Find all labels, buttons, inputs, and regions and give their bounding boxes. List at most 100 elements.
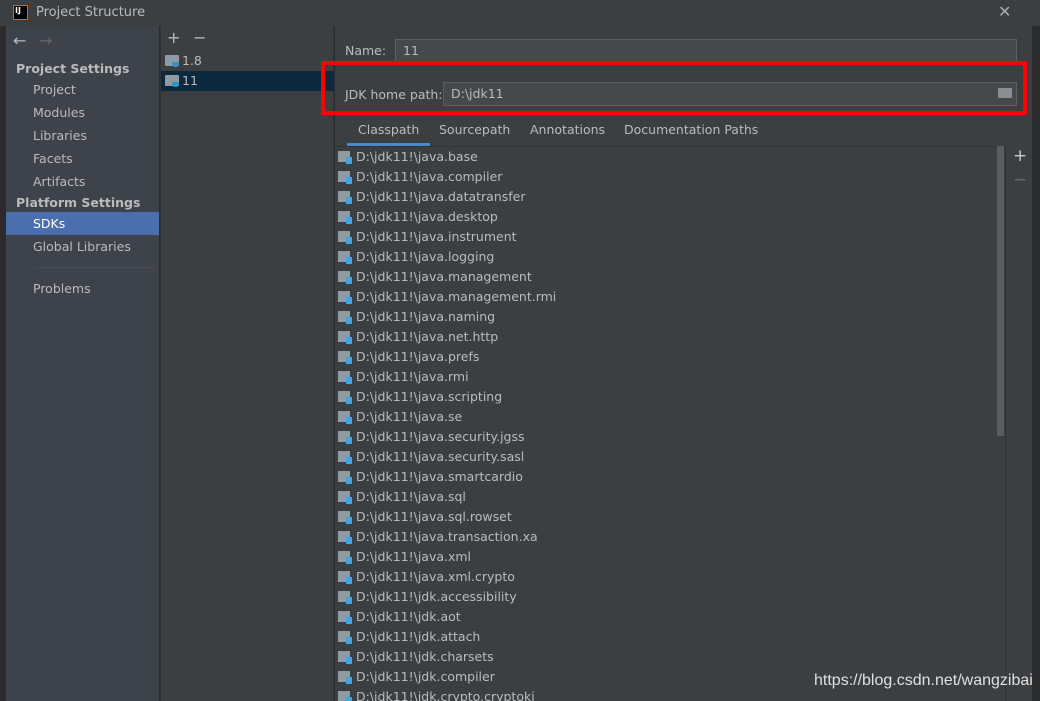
- module-folder-icon: [338, 191, 352, 204]
- classpath-row[interactable]: D:\jdk11!\jdk.accessibility: [335, 587, 997, 607]
- classpath-row[interactable]: D:\jdk11!\java.management: [335, 267, 997, 287]
- classpath-row[interactable]: D:\jdk11!\java.compiler: [335, 167, 997, 187]
- sidebar-item-sdks[interactable]: SDKs: [6, 212, 159, 235]
- tab-annotations[interactable]: Annotations: [530, 122, 605, 146]
- remove-sdk-button[interactable]: −: [193, 28, 206, 47]
- tab-classpath[interactable]: Classpath: [347, 122, 431, 146]
- sidebar-item-modules[interactable]: Modules: [6, 101, 159, 124]
- classpath-row[interactable]: D:\jdk11!\java.net.http: [335, 327, 997, 347]
- window-title: Project Structure: [36, 5, 146, 20]
- close-icon[interactable]: ✕: [998, 2, 1011, 21]
- classpath-row[interactable]: D:\jdk11!\java.naming: [335, 307, 997, 327]
- java-cup-icon: [172, 62, 179, 67]
- classpath-row[interactable]: D:\jdk11!\java.security.jgss: [335, 427, 997, 447]
- sidebar: ← → Project Settings Project Modules Lib…: [6, 26, 159, 701]
- sidebar-item-problems[interactable]: Problems: [6, 277, 159, 300]
- watermark: https://blog.csdn.net/wangzibai: [814, 672, 1033, 689]
- sdk-item-1-8[interactable]: 1.8: [161, 51, 334, 71]
- module-folder-icon: [338, 251, 352, 264]
- module-folder-icon: [338, 431, 352, 444]
- classpath-row[interactable]: D:\jdk11!\java.rmi: [335, 367, 997, 387]
- module-folder-icon: [338, 571, 352, 584]
- classpath-row[interactable]: D:\jdk11!\java.security.sasl: [335, 447, 997, 467]
- module-folder-icon: [338, 171, 352, 184]
- module-folder-icon: [338, 471, 352, 484]
- sidebar-item-artifacts[interactable]: Artifacts: [6, 170, 159, 193]
- module-folder-icon: [338, 551, 352, 564]
- window-edge: [1032, 26, 1040, 701]
- classpath-row[interactable]: D:\jdk11!\jdk.aot: [335, 607, 997, 627]
- classpath-row[interactable]: D:\jdk11!\jdk.attach: [335, 627, 997, 647]
- classpath-row[interactable]: D:\jdk11!\java.transaction.xa: [335, 527, 997, 547]
- sdk-label: 1.8: [182, 53, 202, 68]
- classpath-entry: D:\jdk11!\java.se: [356, 409, 463, 424]
- back-arrow-icon[interactable]: ←: [13, 31, 26, 50]
- sidebar-item-libraries[interactable]: Libraries: [6, 124, 159, 147]
- classpath-row[interactable]: D:\jdk11!\java.desktop: [335, 207, 997, 227]
- module-folder-icon: [338, 291, 352, 304]
- module-folder-icon: [338, 411, 352, 424]
- classpath-entry: D:\jdk11!\java.xml.crypto: [356, 569, 515, 584]
- classpath-row[interactable]: D:\jdk11!\java.management.rmi: [335, 287, 997, 307]
- add-path-button[interactable]: +: [1013, 146, 1027, 166]
- module-folder-icon: [338, 331, 352, 344]
- module-folder-icon: [338, 651, 352, 664]
- classpath-entry: D:\jdk11!\java.logging: [356, 249, 495, 264]
- classpath-entry: D:\jdk11!\java.naming: [356, 309, 496, 324]
- sidebar-item-facets[interactable]: Facets: [6, 147, 159, 170]
- module-folder-icon: [338, 511, 352, 524]
- remove-path-button[interactable]: −: [1013, 170, 1027, 190]
- classpath-entry: D:\jdk11!\java.compiler: [356, 169, 503, 184]
- section-project-settings: Project Settings: [16, 61, 130, 76]
- add-sdk-button[interactable]: +: [167, 28, 180, 47]
- classpath-row[interactable]: D:\jdk11!\java.se: [335, 407, 997, 427]
- classpath-row[interactable]: D:\jdk11!\java.sql: [335, 487, 997, 507]
- classpath-row[interactable]: D:\jdk11!\java.logging: [335, 247, 997, 267]
- module-folder-icon: [338, 351, 352, 364]
- sidebar-item-global-libraries[interactable]: Global Libraries: [6, 235, 159, 258]
- tab-documentation-paths[interactable]: Documentation Paths: [624, 122, 758, 146]
- classpath-entry: D:\jdk11!\jdk.crypto.cryptoki: [356, 689, 535, 701]
- module-folder-icon: [338, 611, 352, 624]
- sdk-item-11[interactable]: 11: [161, 71, 334, 91]
- classpath-entry: D:\jdk11!\java.sql.rowset: [356, 509, 512, 524]
- name-input[interactable]: 11: [395, 39, 1017, 63]
- classpath-entry: D:\jdk11!\java.desktop: [356, 209, 498, 224]
- classpath-entry: D:\jdk11!\java.management.rmi: [356, 289, 557, 304]
- forward-arrow-icon[interactable]: →: [39, 31, 52, 50]
- module-folder-icon: [338, 531, 352, 544]
- classpath-entry: D:\jdk11!\java.xml: [356, 549, 472, 564]
- module-folder-icon: [338, 311, 352, 324]
- classpath-row[interactable]: D:\jdk11!\java.xml.crypto: [335, 567, 997, 587]
- classpath-row[interactable]: D:\jdk11!\java.scripting: [335, 387, 997, 407]
- classpath-row[interactable]: D:\jdk11!\java.datatransfer: [335, 187, 997, 207]
- intellij-logo-icon: IJ: [13, 5, 28, 20]
- classpath-entry: D:\jdk11!\java.rmi: [356, 369, 469, 384]
- classpath-list[interactable]: D:\jdk11!\java.base D:\jdk11!\java.compil…: [335, 146, 997, 701]
- module-folder-icon: [338, 151, 352, 164]
- name-label: Name:: [345, 43, 387, 58]
- module-folder-icon: [338, 391, 352, 404]
- classpath-toolbar: + −: [1005, 146, 1032, 701]
- divider: [34, 267, 156, 268]
- tab-sourcepath[interactable]: Sourcepath: [439, 122, 510, 146]
- classpath-row[interactable]: D:\jdk11!\java.base: [335, 147, 997, 167]
- module-folder-icon: [338, 451, 352, 464]
- classpath-row[interactable]: D:\jdk11!\jdk.charsets: [335, 647, 997, 667]
- sdk-label: 11: [182, 73, 198, 88]
- scrollbar-thumb[interactable]: [997, 146, 1004, 436]
- classpath-entry: D:\jdk11!\java.scripting: [356, 389, 503, 404]
- sidebar-item-project[interactable]: Project: [6, 78, 159, 101]
- classpath-entry: D:\jdk11!\java.sql: [356, 489, 466, 504]
- module-folder-icon: [338, 271, 352, 284]
- classpath-row[interactable]: D:\jdk11!\java.prefs: [335, 347, 997, 367]
- classpath-entry: D:\jdk11!\java.smartcardio: [356, 469, 523, 484]
- module-folder-icon: [338, 671, 352, 684]
- classpath-row[interactable]: D:\jdk11!\java.sql.rowset: [335, 507, 997, 527]
- classpath-row[interactable]: D:\jdk11!\java.smartcardio: [335, 467, 997, 487]
- classpath-entry: D:\jdk11!\java.management: [356, 269, 532, 284]
- classpath-row[interactable]: D:\jdk11!\java.instrument: [335, 227, 997, 247]
- module-folder-icon: [338, 491, 352, 504]
- classpath-row[interactable]: D:\jdk11!\java.xml: [335, 547, 997, 567]
- classpath-entry: D:\jdk11!\java.security.sasl: [356, 449, 525, 464]
